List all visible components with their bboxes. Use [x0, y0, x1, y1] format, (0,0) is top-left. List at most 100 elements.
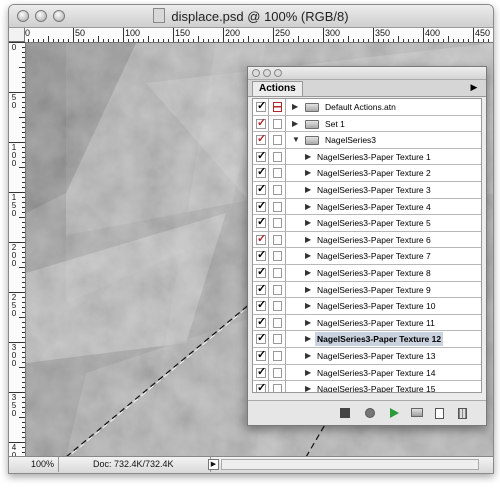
- ruler-tick: [22, 447, 25, 448]
- action-row[interactable]: ✓ ▶ NagelSeries3-Paper Texture 12: [253, 331, 481, 348]
- palette-minimize-button[interactable]: [263, 69, 271, 77]
- action-row[interactable]: ✓ ▶ NagelSeries3-Paper Texture 6: [253, 231, 481, 249]
- create-new-set-button[interactable]: [407, 403, 427, 423]
- action-row[interactable]: ✓ ▶ NagelSeries3-Paper Texture 8: [253, 265, 481, 282]
- disclosure-triangle-closed-icon[interactable]: ▶: [305, 215, 311, 231]
- toggle-dialog-box[interactable]: [269, 148, 286, 165]
- toggle-item-checkbox[interactable]: ✓: [253, 231, 269, 248]
- palette-menu-arrow-icon[interactable]: ▶: [466, 81, 482, 94]
- toggle-dialog-box[interactable]: [269, 331, 286, 347]
- disclosure-triangle-closed-icon[interactable]: ▶: [292, 116, 298, 132]
- dialog-toggle-icon: [273, 168, 282, 179]
- stop-playing-button[interactable]: [336, 403, 356, 423]
- disclosure-triangle-closed-icon[interactable]: ▶: [305, 265, 311, 281]
- action-row[interactable]: ✓ ▶ NagelSeries3-Paper Texture 4: [253, 198, 481, 216]
- toggle-dialog-box[interactable]: [269, 248, 286, 264]
- palette-close-button[interactable]: [252, 69, 260, 77]
- action-set-row[interactable]: ✓ ▼ NagelSeries3: [253, 132, 481, 149]
- toggle-dialog-box[interactable]: [269, 132, 286, 148]
- toggle-item-checkbox[interactable]: ✓: [253, 265, 269, 281]
- disclosure-triangle-closed-icon[interactable]: ▶: [305, 365, 311, 381]
- action-row[interactable]: ✓ ▶ NagelSeries3-Paper Texture 11: [253, 314, 481, 332]
- toggle-item-checkbox[interactable]: ✓: [253, 132, 269, 148]
- toggle-dialog-box[interactable]: [269, 281, 286, 298]
- disclosure-triangle-closed-icon[interactable]: ▶: [292, 99, 298, 115]
- toggle-item-checkbox[interactable]: ✓: [253, 198, 269, 215]
- toggle-dialog-box[interactable]: [269, 314, 286, 331]
- disclosure-triangle-closed-icon[interactable]: ▶: [305, 315, 311, 331]
- toggle-dialog-box[interactable]: [269, 198, 286, 215]
- toggle-item-checkbox[interactable]: ✓: [253, 215, 269, 231]
- toggle-dialog-box[interactable]: [269, 381, 286, 392]
- toggle-dialog-box[interactable]: [269, 348, 286, 364]
- ruler-tick: [188, 39, 189, 42]
- disclosure-triangle-closed-icon[interactable]: ▶: [305, 348, 311, 364]
- disclosure-triangle-closed-icon[interactable]: ▶: [305, 182, 311, 198]
- zoom-level-field[interactable]: 100%: [13, 457, 59, 472]
- begin-recording-button[interactable]: [361, 403, 381, 423]
- disclosure-triangle-closed-icon[interactable]: ▶: [305, 298, 311, 314]
- disclosure-triangle-closed-icon[interactable]: ▶: [305, 199, 311, 215]
- action-row[interactable]: ✓ ▶ NagelSeries3-Paper Texture 7: [253, 248, 481, 265]
- disclosure-triangle-closed-icon[interactable]: ▶: [305, 248, 311, 264]
- create-new-action-button[interactable]: [431, 403, 451, 423]
- action-row[interactable]: ✓ ▶ NagelSeries3-Paper Texture 9: [253, 281, 481, 299]
- toggle-dialog-box[interactable]: [269, 99, 286, 115]
- toggle-dialog-box[interactable]: [269, 215, 286, 231]
- toggle-item-checkbox[interactable]: ✓: [253, 348, 269, 364]
- ruler-tick: [278, 39, 279, 42]
- toggle-dialog-box[interactable]: [269, 265, 286, 281]
- horizontal-scrollbar[interactable]: [221, 459, 479, 470]
- palette-title-bar[interactable]: [248, 67, 486, 80]
- disclosure-triangle-closed-icon[interactable]: ▶: [305, 149, 311, 165]
- toggle-dialog-box[interactable]: [269, 364, 286, 381]
- vertical-ruler[interactable]: 050100150200250300350400450: [9, 42, 26, 457]
- horizontal-ruler[interactable]: 0 50 100 150 200 250 300 350 400 450: [25, 28, 493, 43]
- palette-zoom-button[interactable]: [274, 69, 282, 77]
- action-set-row[interactable]: ✓ ▶ Set 1: [253, 115, 481, 133]
- ruler-tick: [98, 36, 99, 42]
- document-proxy-icon[interactable]: [153, 8, 166, 23]
- title-bar[interactable]: displace.psd @ 100% (RGB/8): [9, 5, 493, 28]
- toggle-dialog-box[interactable]: [269, 231, 286, 248]
- toggle-dialog-box[interactable]: [269, 165, 286, 181]
- delete-button[interactable]: [454, 403, 474, 423]
- action-row[interactable]: ✓ ▶ NagelSeries3-Paper Texture 3: [253, 182, 481, 199]
- disclosure-triangle-closed-icon[interactable]: ▶: [305, 165, 311, 181]
- disclosure-triangle-closed-icon[interactable]: ▶: [305, 331, 311, 347]
- toggle-item-checkbox[interactable]: ✓: [253, 182, 269, 198]
- toggle-item-checkbox[interactable]: ✓: [253, 331, 269, 347]
- tab-actions[interactable]: Actions: [252, 81, 303, 96]
- play-selection-button[interactable]: [386, 403, 406, 423]
- toggle-item-checkbox[interactable]: ✓: [253, 314, 269, 331]
- toggle-item-checkbox[interactable]: ✓: [253, 281, 269, 298]
- action-set-row[interactable]: ✓ ▶ Default Actions.atn: [253, 99, 481, 116]
- disclosure-triangle-open-icon[interactable]: ▼: [292, 132, 300, 148]
- disclosure-triangle-closed-icon[interactable]: ▶: [305, 232, 311, 248]
- disclosure-triangle-closed-icon[interactable]: ▶: [305, 282, 311, 298]
- toggle-dialog-box[interactable]: [269, 115, 286, 132]
- toggle-dialog-box[interactable]: [269, 182, 286, 198]
- toggle-dialog-box[interactable]: [269, 298, 286, 314]
- action-row[interactable]: ✓ ▶ NagelSeries3-Paper Texture 5: [253, 215, 481, 232]
- toggle-item-checkbox[interactable]: ✓: [253, 248, 269, 264]
- toggle-item-checkbox[interactable]: ✓: [253, 364, 269, 381]
- action-row[interactable]: ✓ ▶ NagelSeries3-Paper Texture 14: [253, 364, 481, 382]
- actions-list[interactable]: ✓ ▶ Default Actions.atn ✓ ▶ Set 1 ✓ ▼ NagelSerie…: [252, 98, 482, 393]
- toggle-item-checkbox[interactable]: ✓: [253, 381, 269, 392]
- ruler-tick: [368, 39, 369, 42]
- toggle-item-checkbox[interactable]: ✓: [253, 99, 269, 115]
- action-row[interactable]: ✓ ▶ NagelSeries3-Paper Texture 1: [253, 148, 481, 166]
- action-row[interactable]: ✓ ▶ NagelSeries3-Paper Texture 10: [253, 298, 481, 315]
- toggle-item-checkbox[interactable]: ✓: [253, 165, 269, 181]
- ruler-origin[interactable]: [9, 28, 25, 42]
- action-row[interactable]: ✓ ▶ NagelSeries3-Paper Texture 13: [253, 348, 481, 365]
- action-row[interactable]: ✓ ▶ NagelSeries3-Paper Texture 2: [253, 165, 481, 182]
- toggle-item-checkbox[interactable]: ✓: [253, 148, 269, 165]
- action-row[interactable]: ✓ ▶ NagelSeries3-Paper Texture 15: [253, 381, 481, 392]
- status-menu-arrow-icon[interactable]: ▶: [208, 459, 219, 470]
- disclosure-triangle-closed-icon[interactable]: ▶: [305, 381, 311, 392]
- toggle-item-checkbox[interactable]: ✓: [253, 115, 269, 132]
- ruler-tick: [488, 39, 489, 42]
- toggle-item-checkbox[interactable]: ✓: [253, 298, 269, 314]
